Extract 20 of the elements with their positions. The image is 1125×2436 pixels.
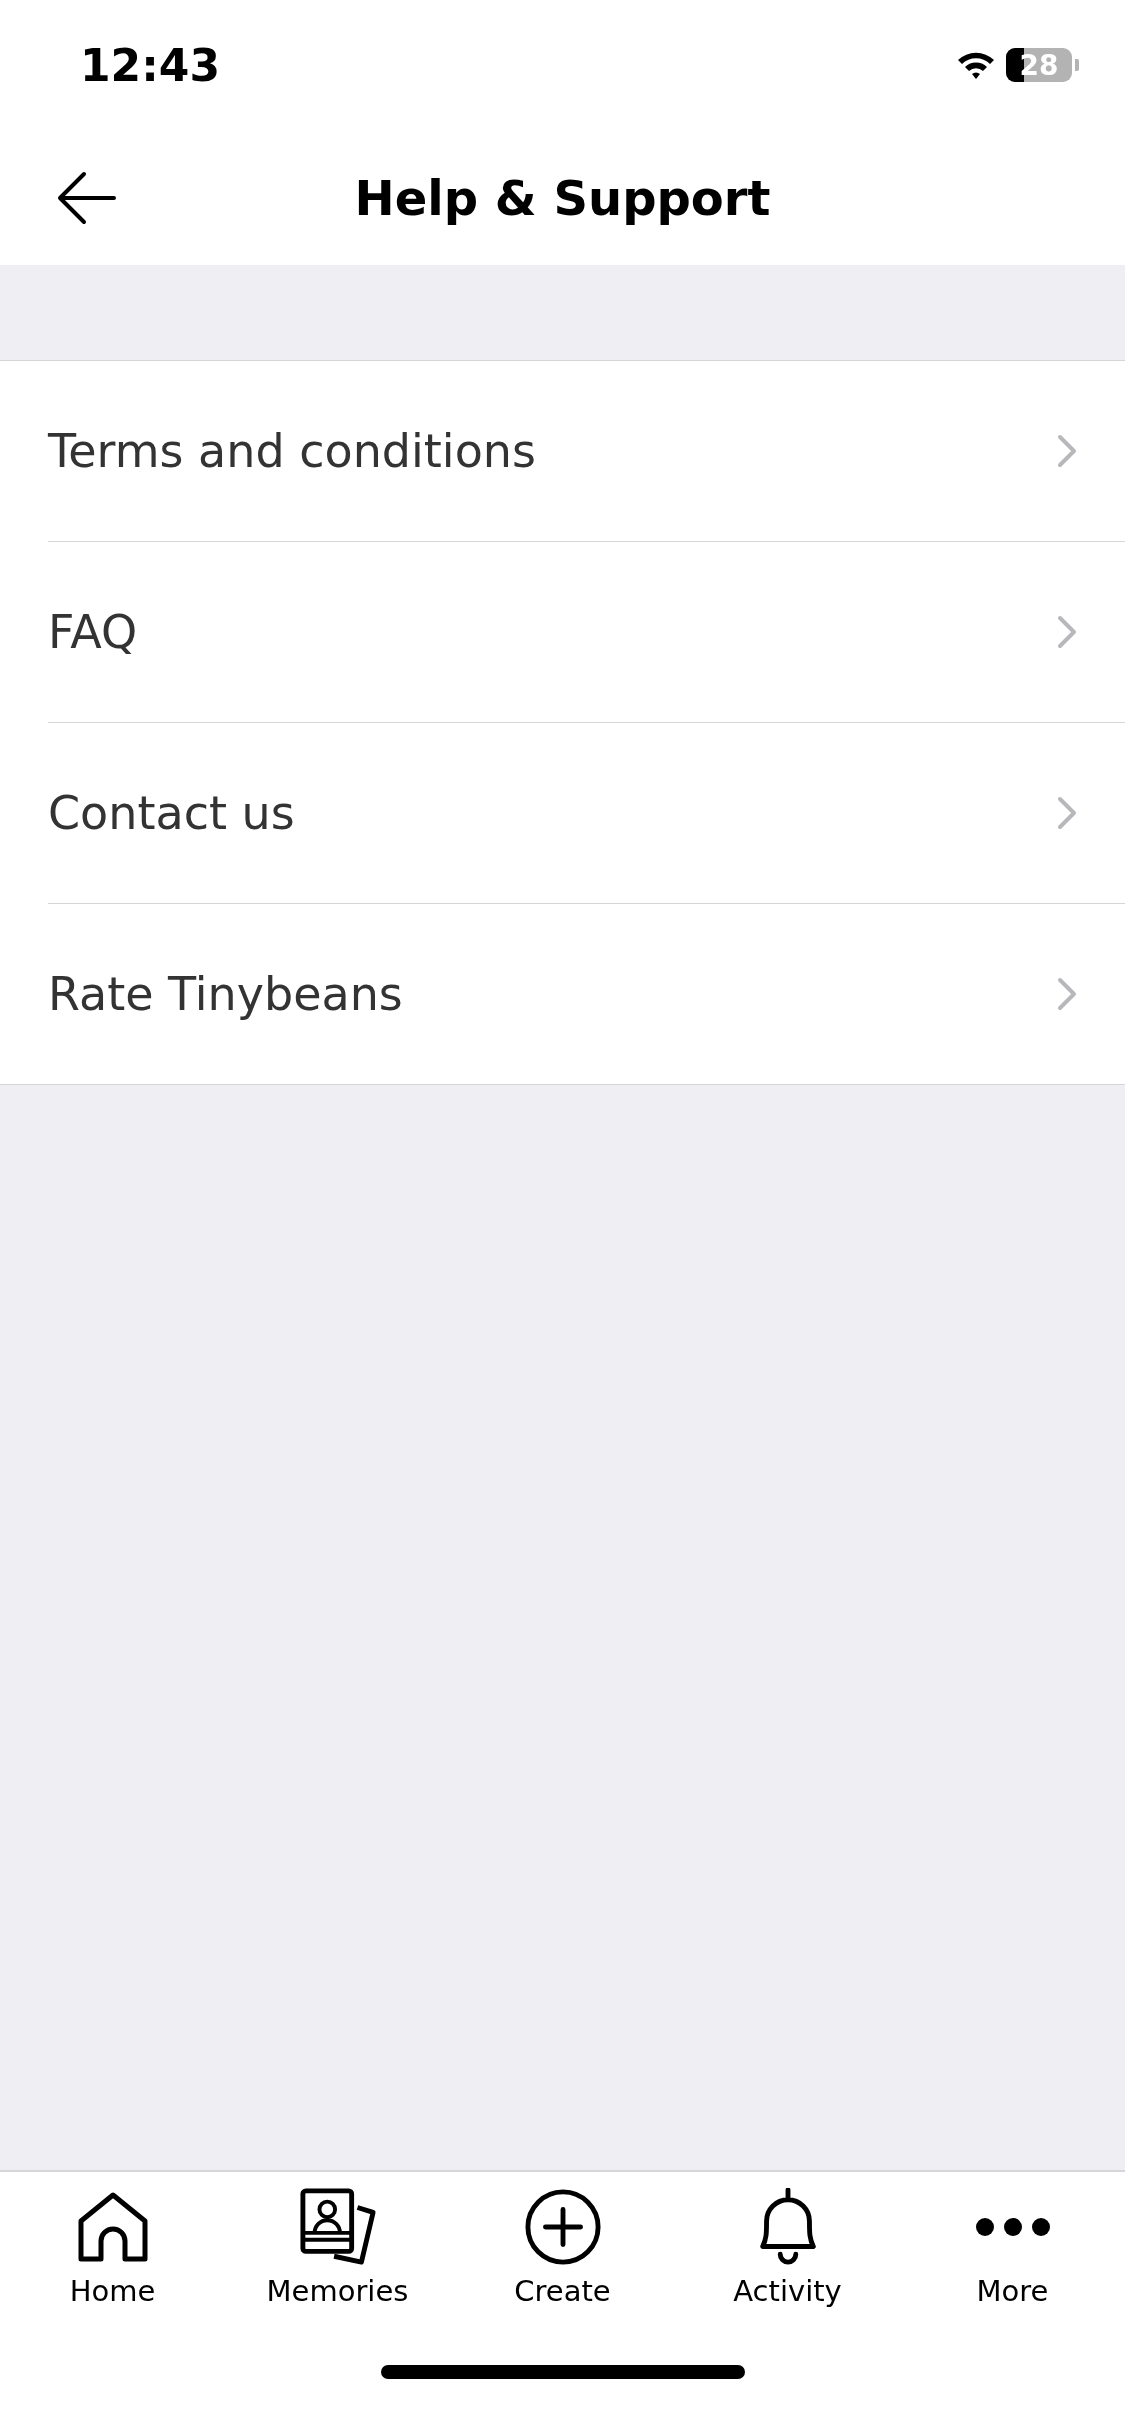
chevron-icon [1057, 615, 1077, 649]
menu-item[interactable]: Rate Tinybeans [0, 904, 1125, 1084]
chevron-icon [1057, 796, 1077, 830]
tab-item[interactable]: More [900, 2188, 1125, 2308]
photo-stack-icon [297, 2188, 378, 2266]
chevron-icon [1057, 434, 1077, 468]
tab-item[interactable]: Create [450, 2188, 675, 2308]
add-icon [522, 2188, 603, 2266]
menu-item[interactable]: FAQ [0, 542, 1125, 722]
tab-item[interactable]: Home [0, 2188, 225, 2308]
back-button[interactable] [56, 170, 118, 226]
tab-item[interactable]: Activity [675, 2188, 900, 2308]
more-icon [974, 2215, 1051, 2239]
status-time: 12:43 [80, 39, 221, 91]
page-title: Help & Support [354, 169, 771, 226]
tab-item[interactable]: Memories [225, 2188, 450, 2308]
menu-item[interactable]: Terms and conditions [0, 361, 1125, 541]
wifi-icon [956, 50, 996, 80]
menu-item[interactable]: Contact us [0, 723, 1125, 903]
chevron-icon [1057, 977, 1077, 1011]
